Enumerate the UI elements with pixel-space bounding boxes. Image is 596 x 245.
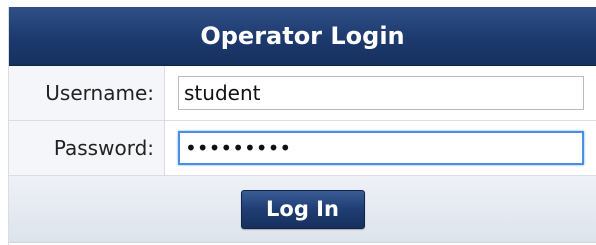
username-label: Username: xyxy=(45,81,154,105)
password-input-cell xyxy=(165,121,596,175)
password-label-cell: Password: xyxy=(9,121,165,175)
username-input[interactable] xyxy=(178,76,584,110)
button-row: Log In xyxy=(9,176,596,243)
username-input-cell xyxy=(165,66,596,120)
operator-login-panel: Operator Login Username: Password: Log I… xyxy=(8,7,596,245)
username-row: Username: xyxy=(9,66,596,121)
password-input[interactable] xyxy=(178,131,584,165)
panel-title: Operator Login xyxy=(200,22,405,50)
panel-header: Operator Login xyxy=(9,7,596,66)
password-row: Password: xyxy=(9,121,596,176)
password-label: Password: xyxy=(53,136,154,160)
username-label-cell: Username: xyxy=(9,66,165,120)
login-button[interactable]: Log In xyxy=(240,189,365,229)
